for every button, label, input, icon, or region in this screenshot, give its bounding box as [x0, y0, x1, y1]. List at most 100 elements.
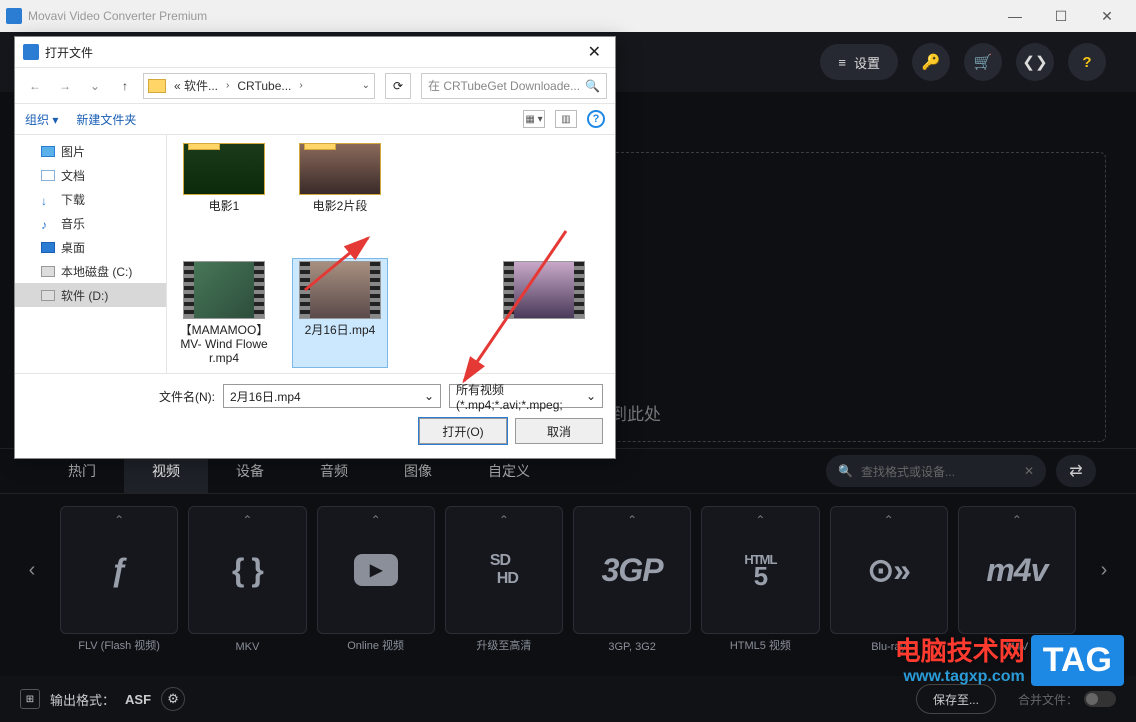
- folder-tree: 图片 文档 ↓下载 ♪音乐 桌面 本地磁盘 (C:) 软件 (D:): [15, 135, 167, 373]
- help-button[interactable]: ?: [1068, 43, 1106, 81]
- tree-item-documents[interactable]: 文档: [15, 163, 166, 187]
- minimize-button[interactable]: ―: [992, 0, 1038, 32]
- tree-item-downloads[interactable]: ↓下载: [15, 187, 166, 211]
- card-label: HTML5 视频: [730, 637, 791, 653]
- maximize-button[interactable]: ☐: [1038, 0, 1084, 32]
- tree-item-pictures[interactable]: 图片: [15, 139, 166, 163]
- nav-recent[interactable]: ⌄: [83, 74, 107, 98]
- file-type-filter[interactable]: 所有视频 (*.mp4;*.avi;*.mpeg;⌄: [449, 384, 603, 408]
- file-item-video[interactable]: 【MAMAMOO】MV- Wind Flower.mp4: [177, 259, 271, 367]
- mkv-icon: { }: [232, 552, 263, 589]
- share-button[interactable]: ❮❯: [1016, 43, 1054, 81]
- search-icon: 🔍: [838, 464, 853, 478]
- chevron-up-icon: ⌃: [242, 513, 252, 527]
- app-icon: [6, 8, 22, 24]
- card-label: Online 视频: [347, 637, 404, 653]
- tree-item-desktop[interactable]: 桌面: [15, 235, 166, 259]
- cart-button[interactable]: 🛒: [964, 43, 1002, 81]
- key-button[interactable]: 🔑: [912, 43, 950, 81]
- file-list: 电影1 电影2片段 【MAMAMOO】MV- Wind Flower.mp4 2…: [167, 135, 615, 373]
- view-mode-button[interactable]: ▦ ▾: [523, 110, 545, 128]
- path-segment[interactable]: « 软件...: [170, 77, 222, 94]
- watermark-title: 电脑技术网: [895, 631, 1025, 668]
- sliders-icon: ≡: [838, 55, 846, 70]
- address-bar[interactable]: « 软件... › CRTube... › ⌄: [143, 73, 375, 99]
- organize-menu[interactable]: 组织 ▾: [25, 111, 58, 128]
- dialog-titlebar: 打开文件 ✕: [15, 37, 615, 67]
- chevron-right-icon: ›: [299, 80, 302, 91]
- card-label: 升级至高清: [476, 637, 531, 653]
- settings-button[interactable]: ≡ 设置: [820, 44, 898, 80]
- play-icon: ▶: [354, 554, 398, 586]
- dialog-toolbar: 组织 ▾ 新建文件夹 ▦ ▾ ▥ ?: [15, 103, 615, 135]
- output-settings[interactable]: ⚙: [161, 687, 185, 711]
- nav-up[interactable]: ↑: [113, 74, 137, 98]
- watermark-url: www.tagxp.com: [895, 668, 1025, 686]
- card-m4v[interactable]: ⌃m4vM4V: [958, 506, 1076, 634]
- card-bluray[interactable]: ⌃⊙»Blu-ray: [830, 506, 948, 634]
- file-item-video-selected[interactable]: 2月16日.mp4: [293, 259, 387, 367]
- merge-toggle[interactable]: 合并文件：: [1018, 691, 1116, 708]
- preview-pane-button[interactable]: ▥: [555, 110, 577, 128]
- search-icon: 🔍: [585, 79, 600, 93]
- cards-prev[interactable]: ‹: [18, 559, 46, 582]
- card-flv[interactable]: ⌃ƒFLV (Flash 视频): [60, 506, 178, 634]
- cancel-button[interactable]: 取消: [515, 418, 603, 444]
- refresh-button[interactable]: ⟳: [385, 73, 411, 99]
- filename-label: 文件名(N):: [155, 388, 215, 405]
- watermark-tag: TAG: [1031, 635, 1124, 686]
- dialog-nav: ← → ⌄ ↑ « 软件... › CRTube... › ⌄ ⟳ 在 CRTu…: [15, 67, 615, 103]
- nav-back[interactable]: ←: [23, 74, 47, 98]
- file-open-dialog: 打开文件 ✕ ← → ⌄ ↑ « 软件... › CRTube... › ⌄ ⟳…: [14, 36, 616, 459]
- search-placeholder: 查找格式或设备...: [861, 463, 955, 480]
- chevron-up-icon: ⌃: [114, 513, 124, 527]
- html5-icon: HTML5: [744, 552, 776, 589]
- output-value: ASF: [125, 692, 151, 707]
- file-item-video[interactable]: [497, 259, 591, 367]
- sdhd-icon: SD HD: [490, 552, 518, 588]
- chevron-up-icon: ⌃: [755, 513, 765, 527]
- open-button[interactable]: 打开(O): [419, 418, 507, 444]
- chevron-down-icon[interactable]: ⌄: [424, 389, 434, 403]
- tree-item-disk-c[interactable]: 本地磁盘 (C:): [15, 259, 166, 283]
- folder-icon: [148, 79, 166, 93]
- dialog-close[interactable]: ✕: [582, 42, 607, 62]
- file-item-folder[interactable]: 电影2片段: [293, 141, 387, 215]
- chevron-down-icon[interactable]: ⌄: [362, 80, 370, 91]
- card-html5[interactable]: ⌃HTML5HTML5 视频: [701, 506, 819, 634]
- bluray-icon: ⊙»: [867, 551, 910, 589]
- tree-item-disk-d[interactable]: 软件 (D:): [15, 283, 166, 307]
- tree-item-music[interactable]: ♪音乐: [15, 211, 166, 235]
- card-mkv[interactable]: ⌃{ }MKV: [188, 506, 306, 634]
- clear-search-icon[interactable]: ✕: [1024, 464, 1034, 478]
- dialog-search[interactable]: 在 CRTubeGet Downloade... 🔍: [421, 73, 607, 99]
- format-cards: ⌃ƒFLV (Flash 视频) ⌃{ }MKV ⌃▶Online 视频 ⌃SD…: [60, 506, 1076, 634]
- output-label: 输出格式：: [50, 690, 115, 709]
- windows-icon[interactable]: ⊞: [20, 689, 40, 709]
- new-folder-button[interactable]: 新建文件夹: [76, 111, 136, 128]
- compare-button[interactable]: ⇄: [1056, 455, 1096, 487]
- dialog-help[interactable]: ?: [587, 110, 605, 128]
- 3gp-icon: 3GP: [602, 552, 663, 589]
- watermark: 电脑技术网 www.tagxp.com TAG: [895, 631, 1124, 686]
- filename-input[interactable]: 2月16日.mp4⌄: [223, 384, 441, 408]
- chevron-up-icon: ⌃: [371, 513, 381, 527]
- chevron-up-icon: ⌃: [1012, 513, 1022, 527]
- file-item-folder[interactable]: 电影1: [177, 141, 271, 215]
- titlebar: Movavi Video Converter Premium ― ☐ ✕: [0, 0, 1136, 32]
- card-online[interactable]: ⌃▶Online 视频: [317, 506, 435, 634]
- close-button[interactable]: ✕: [1084, 0, 1130, 32]
- m4v-icon: m4v: [986, 552, 1047, 589]
- path-segment[interactable]: CRTube...: [233, 79, 295, 93]
- save-to-button[interactable]: 保存至...: [916, 684, 996, 714]
- dialog-icon: [23, 44, 39, 60]
- chevron-up-icon: ⌃: [499, 513, 509, 527]
- search-placeholder: 在 CRTubeGet Downloade...: [428, 77, 580, 94]
- chevron-down-icon[interactable]: ⌄: [586, 389, 596, 403]
- chevron-right-icon: ›: [226, 80, 229, 91]
- format-search[interactable]: 🔍 查找格式或设备... ✕: [826, 455, 1046, 487]
- card-label: 3GP, 3G2: [608, 641, 656, 653]
- card-hd[interactable]: ⌃SD HD升级至高清: [445, 506, 563, 634]
- card-3gp[interactable]: ⌃3GP3GP, 3G2: [573, 506, 691, 634]
- cards-next[interactable]: ›: [1090, 559, 1118, 582]
